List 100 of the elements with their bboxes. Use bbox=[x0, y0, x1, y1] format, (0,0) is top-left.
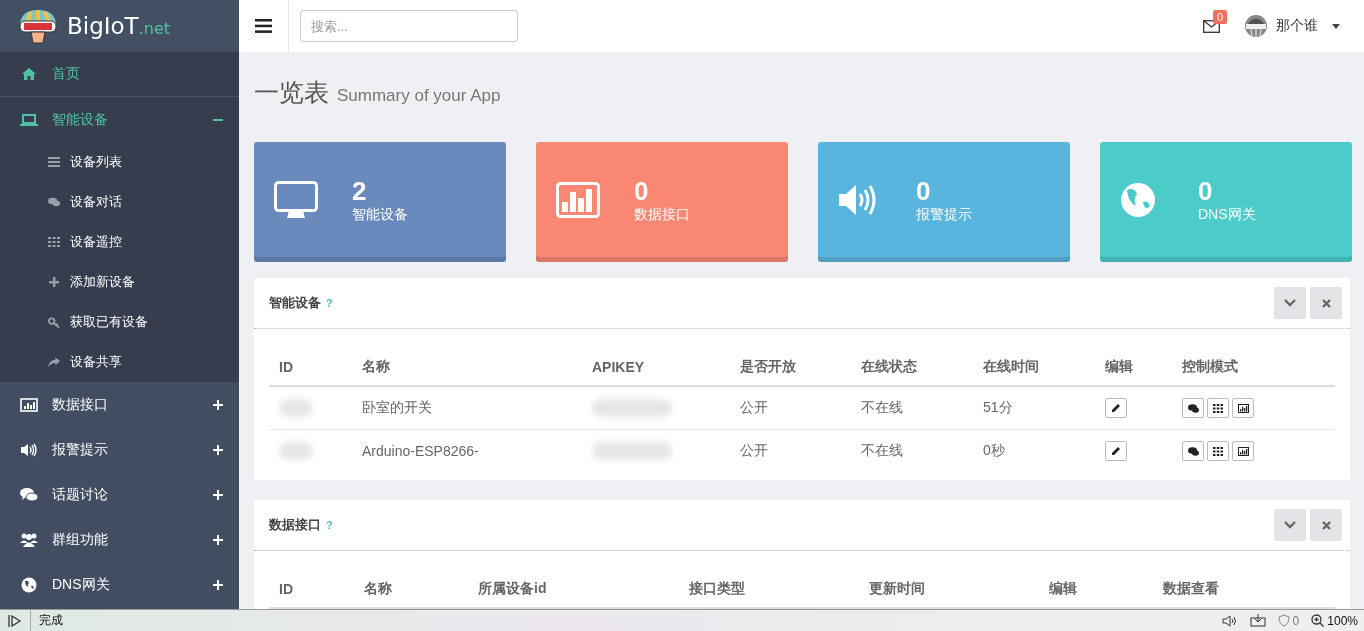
bar-chart-icon bbox=[556, 181, 600, 218]
laptop-icon bbox=[20, 112, 38, 127]
stat-label: 报警提示 bbox=[916, 205, 972, 224]
globe-icon bbox=[1120, 181, 1156, 218]
column-header: 控制模式 bbox=[1172, 349, 1335, 386]
chat-icon bbox=[48, 197, 60, 207]
collapse-button[interactable] bbox=[1274, 509, 1306, 541]
sidebar-subitem[interactable]: 设备列表 bbox=[0, 142, 239, 182]
collapse-button[interactable] bbox=[1274, 287, 1306, 319]
page-subtitle: Summary of your App bbox=[337, 86, 501, 106]
chevron-down-icon bbox=[1284, 521, 1296, 529]
chevron-down-icon bbox=[1284, 299, 1296, 307]
monitor-icon bbox=[274, 180, 318, 219]
stat-value: 0 bbox=[916, 175, 932, 206]
download-box-icon[interactable] bbox=[1249, 614, 1266, 627]
close-icon bbox=[1321, 298, 1331, 308]
blurred-redaction bbox=[279, 442, 313, 461]
users-icon bbox=[20, 532, 38, 547]
shield-icon[interactable] bbox=[1277, 614, 1290, 627]
chat-button[interactable] bbox=[1182, 398, 1204, 418]
column-header: 名称 bbox=[352, 349, 582, 386]
edit-button[interactable] bbox=[1105, 398, 1127, 418]
grid-icon bbox=[1213, 403, 1223, 413]
sidebar-subitem[interactable]: 设备遥控 bbox=[0, 222, 239, 262]
sidebar-subitem[interactable]: 设备共享 bbox=[0, 342, 239, 382]
avatar-icon bbox=[1244, 14, 1268, 38]
bar-chart-icon bbox=[20, 397, 38, 412]
chat-icon bbox=[1187, 446, 1199, 456]
stat-card[interactable]: 2 智能设备 bbox=[254, 142, 506, 262]
sidebar-subitem[interactable]: 获取已有设备 bbox=[0, 302, 239, 342]
sidebar-item[interactable]: 首页 bbox=[0, 52, 239, 97]
logo-icon bbox=[17, 8, 59, 44]
plus-icon bbox=[49, 277, 59, 287]
chat-icon bbox=[20, 487, 38, 502]
sidebar-subitem[interactable]: 添加新设备 bbox=[0, 262, 239, 302]
user-menu[interactable]: 那个谁 bbox=[1244, 14, 1340, 38]
zoom-level: 100% bbox=[1327, 613, 1358, 628]
sidebar-item[interactable]: 数据接口 bbox=[0, 382, 239, 427]
stat-label: 智能设备 bbox=[352, 205, 408, 224]
logo-text: BigIoT.net bbox=[67, 13, 171, 39]
sidebar-toggle-icon[interactable] bbox=[8, 614, 22, 627]
edit-button[interactable] bbox=[1105, 441, 1127, 461]
sidebar-item[interactable]: 群组功能 bbox=[0, 517, 239, 562]
close-button[interactable] bbox=[1310, 287, 1342, 319]
blocked-count: 0 bbox=[1292, 613, 1300, 628]
remote-control-button[interactable] bbox=[1207, 398, 1229, 418]
bar-chart-icon bbox=[1237, 446, 1249, 456]
close-icon bbox=[1321, 520, 1331, 530]
blurred-redaction bbox=[279, 399, 313, 418]
stat-value: 2 bbox=[352, 175, 368, 206]
sidebar-item[interactable]: 智能设备 bbox=[0, 97, 239, 142]
expand-icon[interactable] bbox=[213, 444, 223, 455]
mail-icon[interactable] bbox=[1203, 19, 1220, 33]
stat-label: 数据接口 bbox=[634, 205, 690, 224]
table-cell: 不在线 bbox=[851, 386, 973, 430]
column-header: 在线状态 bbox=[851, 349, 973, 386]
table-cell: 51分 bbox=[973, 386, 1095, 430]
grid-icon bbox=[1213, 446, 1223, 456]
chat-button[interactable] bbox=[1182, 441, 1204, 461]
table-cell: 公开 bbox=[730, 386, 851, 430]
bar-chart-icon bbox=[1237, 403, 1249, 413]
menu-icon bbox=[255, 19, 272, 33]
stat-label: DNS网关 bbox=[1198, 205, 1256, 224]
column-header: 编辑 bbox=[1095, 349, 1172, 386]
page-title: 一览表 bbox=[254, 77, 329, 108]
zoom-icon[interactable] bbox=[1311, 614, 1325, 627]
list-icon bbox=[48, 157, 60, 167]
table-cell: 0秒 bbox=[973, 429, 1095, 472]
pencil-icon bbox=[1111, 403, 1121, 413]
volume-icon[interactable] bbox=[1221, 614, 1238, 627]
share-icon bbox=[48, 356, 60, 368]
sidebar-subitem[interactable]: 设备对话 bbox=[0, 182, 239, 222]
remote-control-button[interactable] bbox=[1207, 441, 1229, 461]
expand-icon[interactable] bbox=[213, 579, 223, 590]
pencil-icon bbox=[1111, 446, 1121, 456]
column-header: 在线时间 bbox=[973, 349, 1095, 386]
speaker-icon bbox=[20, 442, 38, 457]
search-field[interactable]: 搜索... bbox=[300, 10, 518, 42]
chat-icon bbox=[1187, 403, 1199, 413]
table-cell: Arduino-ESP8266- bbox=[352, 429, 582, 472]
expand-icon[interactable] bbox=[213, 534, 223, 545]
key-icon bbox=[48, 316, 60, 328]
chart-button[interactable] bbox=[1232, 398, 1254, 418]
table-cell: 卧室的开关 bbox=[352, 386, 582, 430]
mail-count-badge: 0 bbox=[1213, 9, 1228, 24]
chart-button[interactable] bbox=[1232, 441, 1254, 461]
status-text: 完成 bbox=[39, 612, 64, 629]
expand-icon[interactable] bbox=[213, 489, 223, 500]
globe-icon bbox=[21, 576, 37, 593]
caret-icon bbox=[1332, 23, 1340, 29]
stat-value: 0 bbox=[634, 175, 650, 206]
column-header: ID bbox=[269, 349, 352, 386]
sidebar-item[interactable]: DNS网关 bbox=[0, 562, 239, 607]
panel-title: 智能设备 bbox=[269, 294, 321, 312]
expand-icon[interactable] bbox=[213, 399, 223, 410]
table-cell: 公开 bbox=[730, 429, 851, 472]
grid-icon bbox=[48, 237, 60, 247]
sidebar-item[interactable]: 报警提示 bbox=[0, 427, 239, 472]
close-button[interactable] bbox=[1310, 509, 1342, 541]
sidebar-item[interactable]: 话题讨论 bbox=[0, 472, 239, 517]
